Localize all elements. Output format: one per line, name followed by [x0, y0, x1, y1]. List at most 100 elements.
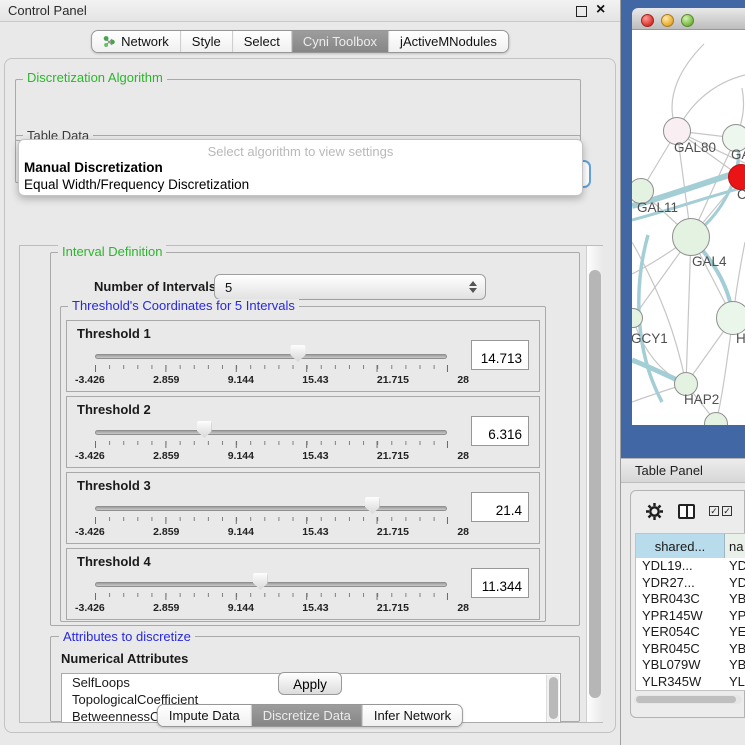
- table-row[interactable]: YBL079WYBL079W: [636, 657, 745, 674]
- tab-select[interactable]: Select: [232, 31, 291, 52]
- table-cell[interactable]: YER054C: [725, 624, 745, 641]
- float-window-icon[interactable]: [576, 6, 587, 17]
- table-cell[interactable]: YDR27: [725, 575, 745, 592]
- table-cell[interactable]: YDR27...: [636, 575, 725, 592]
- column-header[interactable]: shared...: [636, 534, 725, 558]
- table-cell[interactable]: YDL19: [725, 558, 745, 575]
- threshold-slider-track[interactable]: [95, 582, 447, 587]
- table-cell[interactable]: YPR145W: [636, 608, 725, 625]
- tab-style[interactable]: Style: [180, 31, 232, 52]
- num-intervals-label: Number of Intervals: [94, 279, 216, 294]
- threshold-panel: Threshold 4 -3.4262.8599.14415.4321.7152…: [66, 548, 540, 620]
- combo-stepper-icon: [469, 281, 477, 293]
- table-cell[interactable]: YER054C: [636, 624, 725, 641]
- num-intervals-value: 5: [225, 280, 232, 295]
- table-cell[interactable]: YIL052C: [725, 690, 745, 691]
- tab-label: Infer Network: [374, 708, 451, 723]
- num-intervals-combobox[interactable]: 5: [214, 274, 486, 300]
- threshold-value-field[interactable]: [471, 340, 529, 370]
- threshold-slider-track[interactable]: [95, 430, 447, 435]
- tab-infer-network[interactable]: Infer Network: [362, 705, 462, 726]
- network-canvas[interactable]: GAL80GACGAL11GAL4GCY1HHAP2: [632, 30, 745, 425]
- network-node-label: HAP2: [684, 392, 719, 407]
- slider-thumb[interactable]: [197, 421, 212, 438]
- tick-label: -3.426: [75, 526, 105, 538]
- table-cell[interactable]: YLR345W: [636, 674, 725, 691]
- tick-label: 2.859: [153, 526, 179, 538]
- tick-label: 28: [457, 526, 469, 538]
- zoom-traffic-light-icon[interactable]: [681, 14, 694, 27]
- threshold-value-field[interactable]: [471, 568, 529, 598]
- table-row[interactable]: YBR045CYBR045C: [636, 641, 745, 658]
- table-row[interactable]: YPR145WYPR145W: [636, 608, 745, 625]
- table-cell[interactable]: YBR045C: [636, 641, 725, 658]
- table-panel-bar: Table Panel: [621, 458, 745, 483]
- tab-jactivemnodules[interactable]: jActiveMNodules: [388, 31, 508, 52]
- close-traffic-light-icon[interactable]: [641, 14, 654, 27]
- table-cell[interactable]: YIL052C: [636, 690, 725, 691]
- table-row[interactable]: YIL052CYIL052C: [636, 690, 745, 691]
- thresholds-group-label: Threshold's Coordinates for 5 Intervals: [68, 299, 299, 313]
- table-row[interactable]: YDL19...YDL19: [636, 558, 745, 575]
- slider-thumb[interactable]: [291, 345, 306, 362]
- network-window-titlebar[interactable]: [632, 8, 745, 30]
- attributes-list-scrollbar[interactable]: [546, 675, 559, 723]
- tick-label: 9.144: [228, 450, 254, 462]
- threshold-value-field[interactable]: [471, 416, 529, 446]
- tab-discretize-data[interactable]: Discretize Data: [251, 705, 362, 726]
- network-node-label: H: [736, 331, 745, 346]
- tick-label: -3.426: [75, 450, 105, 462]
- table-cell[interactable]: YBL079W: [725, 657, 745, 674]
- column-header[interactable]: na: [725, 534, 745, 558]
- table-toolbar: ✓ ✓: [631, 491, 744, 531]
- table-row[interactable]: YER054CYER054C: [636, 624, 745, 641]
- table-row[interactable]: YBR043CYBR043C: [636, 591, 745, 608]
- table-cell[interactable]: YDL19...: [636, 558, 725, 575]
- dropdown-option[interactable]: Manual Discretization: [19, 159, 582, 176]
- checkbox-icon[interactable]: ✓: [709, 506, 719, 516]
- tab-impute-data[interactable]: Impute Data: [158, 705, 251, 726]
- threshold-value-field[interactable]: [471, 492, 529, 522]
- gear-icon[interactable]: [645, 502, 664, 521]
- apply-button[interactable]: Apply: [278, 672, 342, 695]
- scrollbar-thumb[interactable]: [589, 270, 601, 698]
- split-columns-icon[interactable]: [678, 504, 695, 519]
- table-row[interactable]: YLR345WYLR345W: [636, 674, 745, 691]
- tab-network[interactable]: Network: [92, 31, 180, 52]
- tick-label: -3.426: [75, 374, 105, 386]
- slider-thumb[interactable]: [365, 497, 380, 514]
- tick-labels: -3.4262.8599.14415.4321.71528: [75, 450, 469, 462]
- threshold-slider-track[interactable]: [95, 354, 447, 359]
- scrollbar-thumb[interactable]: [636, 696, 736, 703]
- network-view-window: GAL80GACGAL11GAL4GCY1HHAP2: [632, 8, 745, 425]
- tab-cyni-toolbox[interactable]: Cyni Toolbox: [291, 31, 388, 52]
- table-cell[interactable]: YBL079W: [636, 657, 725, 674]
- slider-thumb[interactable]: [253, 573, 268, 590]
- network-node[interactable]: [716, 301, 745, 335]
- tick-label: 9.144: [228, 602, 254, 614]
- settings-vertical-scrollbar[interactable]: [586, 246, 603, 722]
- table-cell[interactable]: YBR043C: [725, 591, 745, 608]
- tick-label: 9.144: [228, 526, 254, 538]
- table-cell[interactable]: YPR145W: [725, 608, 745, 625]
- threshold-slider-track[interactable]: [95, 506, 447, 511]
- tick-label: 2.859: [153, 450, 179, 462]
- close-icon[interactable]: ×: [596, 1, 605, 19]
- top-tab-bar: NetworkStyleSelectCyni ToolboxjActiveMNo…: [91, 30, 509, 53]
- threshold-panel: Threshold 2 -3.4262.8599.14415.4321.7152…: [66, 396, 540, 468]
- dropdown-option[interactable]: Equal Width/Frequency Discretization: [19, 176, 582, 193]
- tick-label: 2.859: [153, 374, 179, 386]
- table-cell[interactable]: YBR045C: [725, 641, 745, 658]
- scrollbar-thumb[interactable]: [549, 677, 558, 719]
- table-horizontal-scrollbar[interactable]: [634, 695, 742, 704]
- network-icon: [103, 35, 116, 48]
- minimize-traffic-light-icon[interactable]: [661, 14, 674, 27]
- control-panel-body: Discretization Algorithm Select algorith…: [4, 58, 616, 733]
- table-panel-title: Table Panel: [635, 463, 703, 478]
- checkbox-icon[interactable]: ✓: [722, 506, 732, 516]
- network-node[interactable]: [672, 218, 710, 256]
- tick-labels: -3.4262.8599.14415.4321.71528: [75, 374, 469, 386]
- table-cell[interactable]: YLR345W: [725, 674, 745, 691]
- table-cell[interactable]: YBR043C: [636, 591, 725, 608]
- table-row[interactable]: YDR27...YDR27: [636, 575, 745, 592]
